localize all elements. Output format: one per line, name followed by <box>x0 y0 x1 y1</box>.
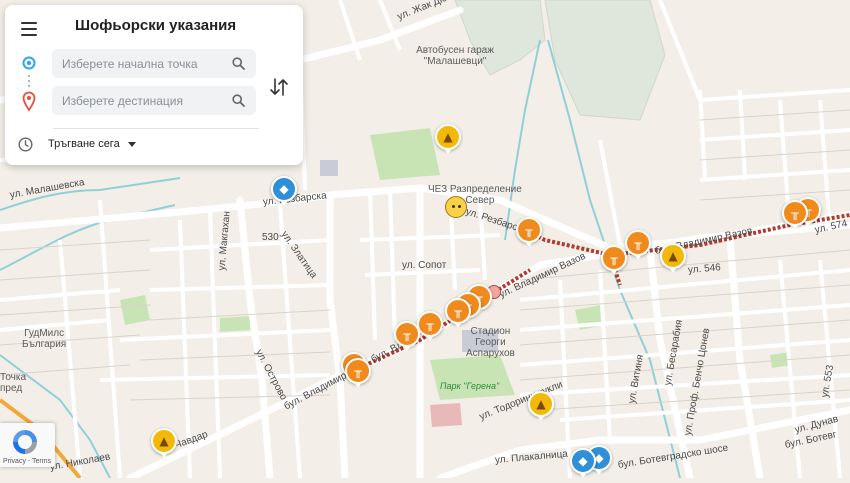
search-icon[interactable] <box>232 57 245 70</box>
chez-label: ЧЕЗ Разпределение Север <box>428 184 522 206</box>
destination-field[interactable] <box>52 86 256 115</box>
hazard-icon: ▲ <box>536 397 546 411</box>
stadium-label: Стадион Георги Аспарухов <box>466 326 515 359</box>
construction-icon: ╥ <box>426 317 434 331</box>
construction-icon: ╥ <box>791 206 799 220</box>
divider <box>53 128 259 129</box>
construction-marker[interactable]: ╥ <box>782 200 808 230</box>
panel-title: Шофьорски указания <box>75 17 237 34</box>
swap-icon[interactable] <box>267 75 291 99</box>
hazard-icon: ▲ <box>159 434 169 448</box>
search-icon[interactable] <box>232 94 245 107</box>
hazard-marker[interactable]: ▲ <box>151 428 177 458</box>
bus-garage-label: Автобусен гараж "Малашевци" <box>416 45 494 67</box>
construction-marker[interactable]: ╥ <box>394 321 420 351</box>
departure-label: Тръгване сега <box>48 138 120 150</box>
construction-marker[interactable]: ╥ <box>345 358 371 388</box>
construction-icon: ╥ <box>354 364 362 378</box>
hazard-marker[interactable]: ▲ <box>660 243 686 273</box>
construction-icon: ╥ <box>403 327 411 341</box>
origin-input[interactable] <box>62 49 227 78</box>
recaptcha-links[interactable]: Privacy - Terms <box>3 458 51 465</box>
destination-input[interactable] <box>62 86 227 115</box>
construction-marker[interactable]: ╥ <box>601 245 627 275</box>
hazard-icon: ▲ <box>443 130 453 144</box>
construction-marker[interactable]: ╥ <box>417 311 443 341</box>
park-gerena-label: Парк "Герена" <box>440 381 500 391</box>
hazard-marker[interactable]: ▲ <box>528 391 554 421</box>
chevron-down-icon <box>127 141 136 147</box>
origin-field[interactable] <box>52 49 256 78</box>
street-label: ул. Сопот <box>402 260 447 271</box>
directions-panel: Шофьорски указания Тръгване сега <box>5 5 303 165</box>
recaptcha-badge[interactable]: Privacy - Terms <box>0 423 55 467</box>
wazer-avatar[interactable] <box>445 196 467 218</box>
police-marker[interactable]: ◆ <box>570 448 596 478</box>
construction-marker[interactable]: ╥ <box>625 230 651 260</box>
construction-marker[interactable]: ╥ <box>445 298 471 328</box>
hazard-marker[interactable]: ▲ <box>435 124 461 154</box>
construction-icon: ╥ <box>525 223 533 237</box>
street-label: 530 <box>262 232 279 243</box>
recaptcha-icon <box>13 430 37 454</box>
police-icon: ◆ <box>578 454 588 468</box>
construction-icon: ╥ <box>610 251 618 265</box>
construction-icon: ╥ <box>454 304 462 318</box>
departure-dropdown[interactable]: Тръгване сега <box>48 138 136 150</box>
tochka-label: Точка пред <box>0 372 27 394</box>
route-indicator <box>22 56 36 112</box>
construction-icon: ╥ <box>634 236 642 250</box>
construction-marker[interactable]: ╥ <box>516 217 542 247</box>
menu-icon[interactable] <box>19 19 39 39</box>
clock-icon <box>18 137 33 152</box>
police-icon: ◆ <box>279 182 289 196</box>
hazard-icon: ▲ <box>668 249 678 263</box>
police-marker[interactable]: ◆ <box>271 176 297 206</box>
gudmils-label: ГудМилс България <box>22 328 67 350</box>
